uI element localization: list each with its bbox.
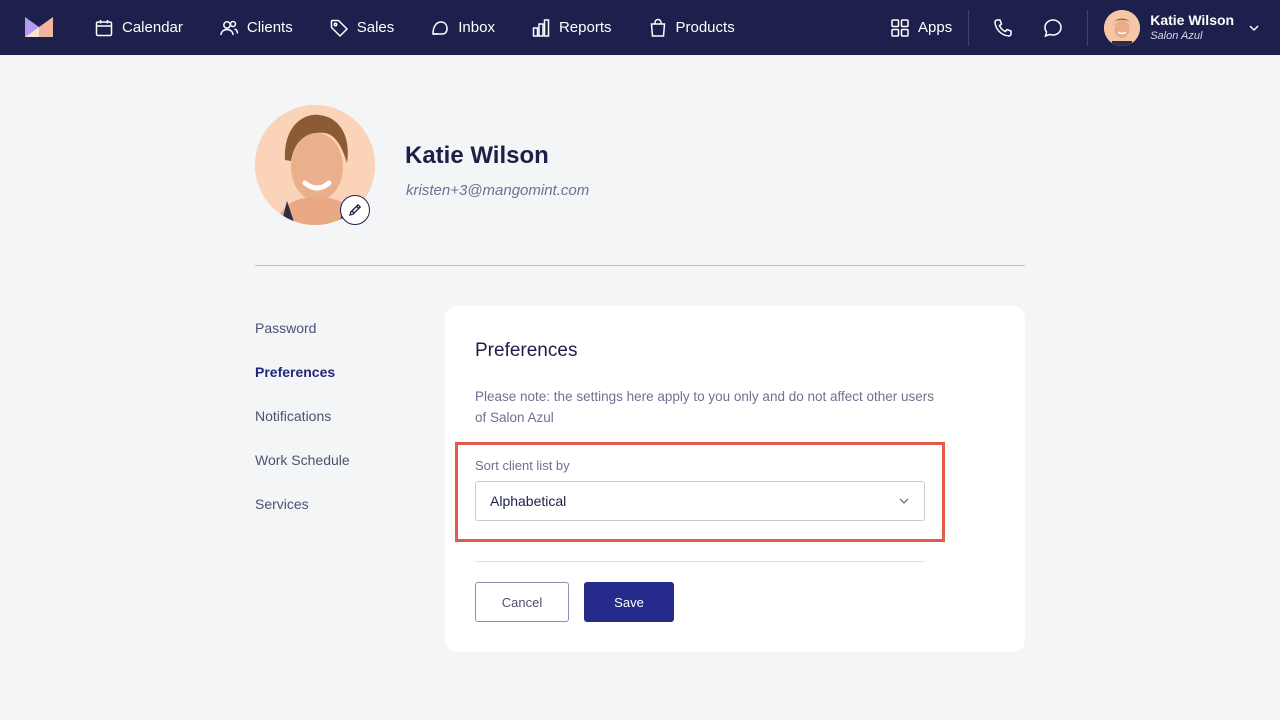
preferences-card: Preferences Please note: the settings he… [445,306,1025,652]
nav-reports[interactable]: Reports [531,0,612,55]
chevron-down-icon [899,498,909,504]
phone-button[interactable] [985,10,1021,46]
card-title: Preferences [475,340,578,361]
avatar [1104,9,1141,46]
chat-button[interactable] [1035,10,1071,46]
main-nav: Calendar Clients Sales Inbox Reports Pro… [94,0,771,55]
apps-label: Apps [918,19,953,36]
grid-icon [891,18,909,37]
nav-clients[interactable]: Clients [219,0,293,55]
user-org: Salon Azul [1150,30,1203,42]
sort-client-list-select[interactable]: Alphabetical [475,481,925,521]
apps-button[interactable]: Apps [890,18,952,38]
top-nav-bar: Calendar Clients Sales Inbox Reports Pro… [0,0,1280,55]
nav-inbox[interactable]: Inbox [430,0,495,55]
calendar-icon [95,19,113,36]
nav-inbox-label: Inbox [458,19,495,36]
nav-sales-label: Sales [356,19,395,36]
inbox-icon [432,20,449,35]
nav-divider [968,9,970,46]
profile-email: kristen+3@mangomint.com [406,182,590,199]
pencil-icon [349,203,362,216]
nav-calendar[interactable]: Calendar [94,0,183,55]
nav-reports-label: Reports [558,19,612,36]
nav-divider-2 [1087,9,1089,46]
nav-right-tools: Apps Katie Wilson Salon Azul [890,0,1260,55]
user-info: Katie Wilson Salon Azul [1150,12,1234,43]
tag-icon [330,19,348,37]
chat-bubble-icon [1044,18,1062,37]
nav-clients-label: Clients [246,19,293,36]
mangomint-logo-icon[interactable] [25,17,53,37]
save-button[interactable]: Save [584,582,674,622]
bar-chart-icon [532,18,550,37]
nav-products[interactable]: Products [648,0,735,55]
shopping-bag-icon [650,18,665,37]
phone-icon [994,18,1012,37]
header-divider [255,265,1025,266]
side-menu-work-schedule[interactable]: Work Schedule [255,452,350,468]
nav-products-label: Products [675,19,735,36]
edit-photo-button[interactable] [340,195,370,225]
side-menu-notifications[interactable]: Notifications [255,408,331,424]
cancel-button[interactable]: Cancel [475,582,569,622]
side-menu-preferences[interactable]: Preferences [255,364,335,380]
chevron-down-icon [1249,24,1259,31]
profile-name: Katie Wilson [405,142,549,169]
side-menu-services[interactable]: Services [255,496,309,512]
card-divider [475,561,925,562]
sort-client-list-value: Alphabetical [490,493,567,509]
user-name: Katie Wilson [1150,12,1235,28]
user-menu[interactable]: Katie Wilson Salon Azul [1104,9,1260,46]
users-icon [220,20,239,35]
nav-calendar-label: Calendar [122,19,183,36]
side-menu-password[interactable]: Password [255,320,316,336]
nav-sales[interactable]: Sales [329,0,395,55]
sort-client-list-label: Sort client list by [475,458,570,473]
preferences-note: Please note: the settings here apply to … [475,389,935,425]
